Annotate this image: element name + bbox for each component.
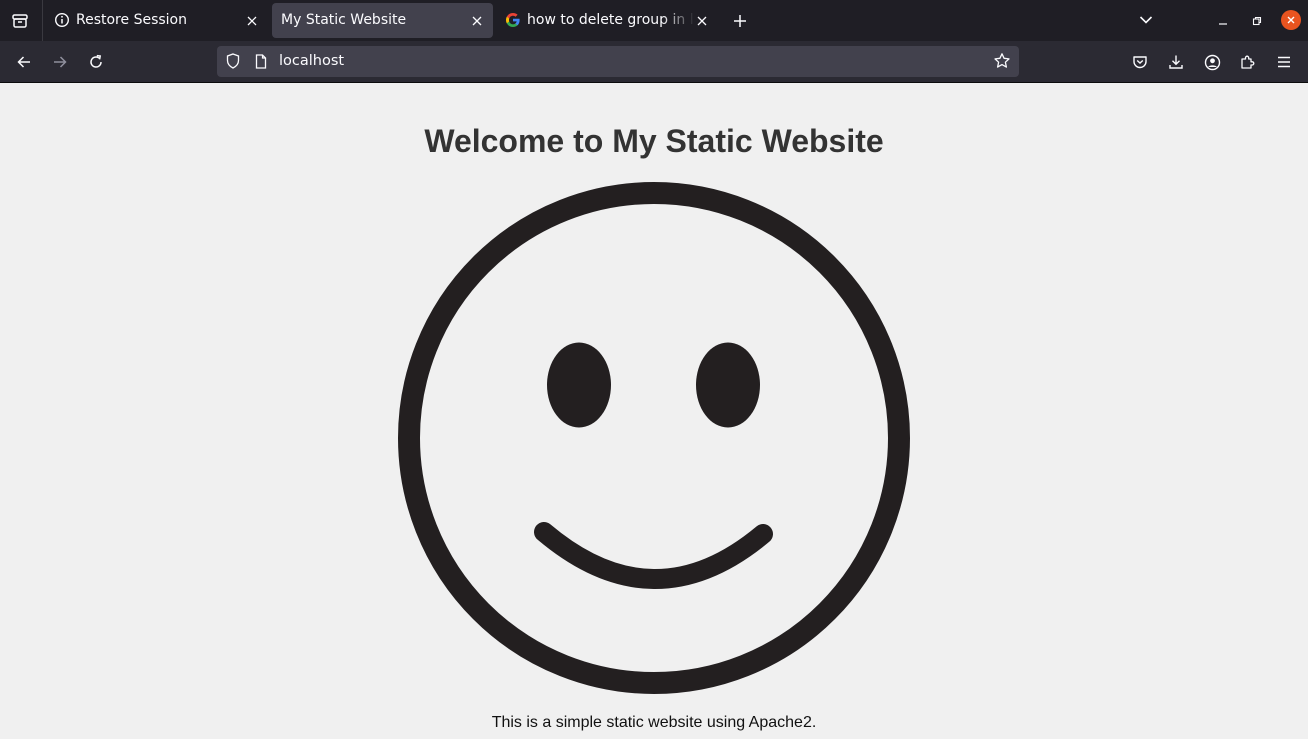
tab-my-static-website[interactable]: My Static Website xyxy=(272,3,493,38)
close-tab-icon[interactable] xyxy=(242,11,262,31)
smiley-left-eye xyxy=(547,342,611,428)
smiley-right-eye xyxy=(696,342,760,428)
address-bar[interactable]: localhost xyxy=(217,46,1019,77)
downloads-icon[interactable] xyxy=(1164,50,1188,74)
tab-restore-session[interactable]: Restore Session xyxy=(45,3,269,38)
new-tab-plus-icon[interactable] xyxy=(728,9,752,33)
tab-title: Restore Session xyxy=(76,12,187,28)
account-icon[interactable] xyxy=(1200,50,1224,74)
page-info-icon[interactable] xyxy=(253,53,269,69)
extensions-puzzle-icon[interactable] xyxy=(1236,50,1260,74)
bookmark-star-icon[interactable] xyxy=(993,52,1011,70)
tab-google-search[interactable]: how to delete group in linux xyxy=(496,3,718,38)
google-g-icon xyxy=(505,12,521,28)
list-all-tabs-chevron-down-icon[interactable] xyxy=(1134,8,1158,32)
tab-bar-divider xyxy=(42,0,43,41)
page-caption: This is a simple static website using Ap… xyxy=(491,714,817,731)
smiley-face-outline xyxy=(398,182,910,694)
minimize-window-icon[interactable] xyxy=(1213,11,1233,31)
smiley-face-image xyxy=(398,182,910,694)
url-text: localhost xyxy=(279,53,345,69)
back-arrow-icon[interactable] xyxy=(12,50,36,74)
info-icon xyxy=(54,12,70,28)
tab-bar: Restore Session My Static Website how to… xyxy=(0,0,1308,41)
navigation-toolbar: localhost xyxy=(0,41,1308,83)
page-content: Welcome to My Static Website This is a s… xyxy=(0,83,1308,739)
close-window-icon[interactable] xyxy=(1281,10,1301,30)
forward-arrow-icon[interactable] xyxy=(48,50,72,74)
tab-title: My Static Website xyxy=(281,12,407,28)
restore-window-icon[interactable] xyxy=(1247,11,1267,31)
reload-icon[interactable] xyxy=(84,50,108,74)
app-menu-hamburger-icon[interactable] xyxy=(1272,50,1296,74)
tab-overview-icon[interactable] xyxy=(9,10,31,32)
pocket-icon[interactable] xyxy=(1128,50,1152,74)
tracking-protection-shield-icon[interactable] xyxy=(225,53,241,69)
tab-title: how to delete group in linux xyxy=(527,12,695,28)
close-tab-icon[interactable] xyxy=(692,11,712,31)
smiley-mouth xyxy=(534,522,773,589)
close-tab-icon[interactable] xyxy=(467,11,487,31)
page-heading: Welcome to My Static Website xyxy=(424,123,884,159)
